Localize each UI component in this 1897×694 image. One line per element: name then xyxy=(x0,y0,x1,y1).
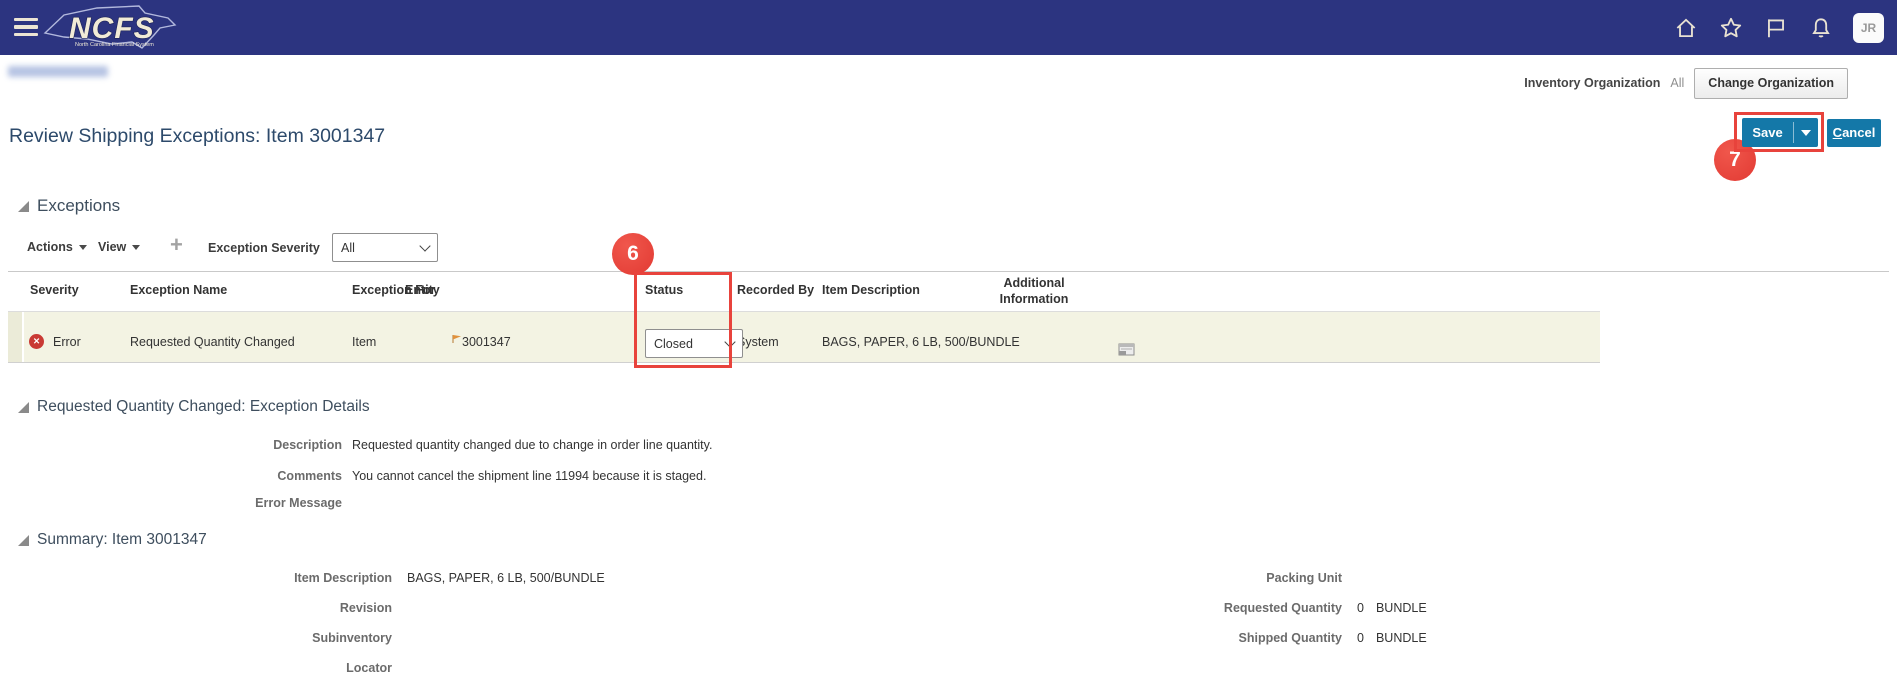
shipped-quantity-value: 0 BUNDLE xyxy=(1357,631,1427,645)
column-header-additional-information[interactable]: Additional Information xyxy=(974,276,1094,307)
subinventory-label: Subinventory xyxy=(200,631,392,645)
requested-quantity-uom: BUNDLE xyxy=(1376,601,1427,615)
view-menu-label: View xyxy=(98,240,126,254)
breadcrumb[interactable] xyxy=(8,66,108,77)
column-header-recorded-by[interactable]: Recorded By xyxy=(737,283,814,297)
status-select[interactable]: Closed xyxy=(645,329,743,358)
collapse-triangle-icon[interactable] xyxy=(18,201,29,212)
favorites-star-icon[interactable] xyxy=(1718,15,1744,41)
actions-menu-button[interactable]: Actions xyxy=(27,240,87,254)
summary-section-header[interactable]: Summary: Item 3001347 xyxy=(18,531,207,549)
column-header-status[interactable]: Status xyxy=(645,283,683,297)
item-description-label: Item Description xyxy=(200,571,392,585)
collapse-triangle-icon[interactable] xyxy=(18,402,29,413)
save-dropdown-arrow[interactable] xyxy=(1794,118,1818,147)
flag-icon xyxy=(452,333,462,347)
description-label: Description xyxy=(160,438,342,452)
ncfs-logo[interactable]: NCFS North Carolina Financial System xyxy=(42,1,182,54)
requested-quantity-value: 0 BUNDLE xyxy=(1357,601,1427,615)
user-avatar[interactable]: JR xyxy=(1853,13,1884,43)
cell-exception-name: Requested Quantity Changed xyxy=(130,335,295,349)
chevron-down-icon xyxy=(419,240,430,251)
exceptions-section-header[interactable]: Exceptions xyxy=(18,196,120,216)
table-top-border xyxy=(8,271,1889,272)
collapse-triangle-icon[interactable] xyxy=(18,535,29,546)
summary-section-title: Summary: Item 3001347 xyxy=(37,531,207,549)
hamburger-menu-icon[interactable] xyxy=(14,18,38,37)
cell-item-description: BAGS, PAPER, 6 LB, 500/BUNDLE xyxy=(822,335,1020,349)
cancel-button[interactable]: Cancel xyxy=(1827,119,1881,147)
add-icon[interactable]: + xyxy=(170,232,183,258)
description-value: Requested quantity changed due to change… xyxy=(352,438,712,452)
packing-unit-label: Packing Unit xyxy=(1150,571,1342,585)
column-header-entity[interactable]: Entity xyxy=(405,283,440,297)
home-icon[interactable] xyxy=(1673,15,1699,41)
cell-severity: Error xyxy=(53,335,81,349)
exception-severity-select[interactable]: All xyxy=(332,233,438,262)
save-button-label[interactable]: Save xyxy=(1742,118,1793,147)
column-header-severity[interactable]: Severity xyxy=(30,283,79,297)
exceptions-section-title: Exceptions xyxy=(37,196,120,216)
requested-quantity-label: Requested Quantity xyxy=(1150,601,1342,615)
notifications-bell-icon[interactable] xyxy=(1808,15,1834,41)
change-organization-button[interactable]: Change Organization xyxy=(1694,68,1848,99)
table-row-border xyxy=(8,362,1600,363)
exception-severity-selected-value: All xyxy=(341,241,355,255)
item-description-value: BAGS, PAPER, 6 LB, 500/BUNDLE xyxy=(407,571,605,585)
cell-entity[interactable]: 3001347 xyxy=(462,335,511,349)
revision-label: Revision xyxy=(200,601,392,615)
comments-label: Comments xyxy=(160,469,342,483)
exception-severity-label: Exception Severity xyxy=(208,241,320,255)
comments-value: You cannot cancel the shipment line 1199… xyxy=(352,469,706,483)
shipped-quantity-uom: BUNDLE xyxy=(1376,631,1427,645)
shipped-quantity-label: Shipped Quantity xyxy=(1150,631,1342,645)
row-selector-gutter[interactable] xyxy=(8,312,22,362)
page-title: Review Shipping Exceptions: Item 3001347 xyxy=(9,125,385,148)
actions-menu-label: Actions xyxy=(27,240,73,254)
chevron-down-icon xyxy=(1801,130,1811,136)
inventory-organization-label: Inventory Organization xyxy=(1524,76,1660,90)
view-menu-button[interactable]: View xyxy=(98,240,140,254)
chevron-down-icon xyxy=(79,245,87,250)
chevron-down-icon xyxy=(132,245,140,250)
logo-text: NCFS xyxy=(69,12,155,45)
requested-quantity-number: 0 xyxy=(1357,601,1364,615)
error-icon xyxy=(29,334,44,349)
watchlist-flag-icon[interactable] xyxy=(1763,15,1789,41)
cell-recorded-by: System xyxy=(737,335,779,349)
annotation-callout-6: 6 xyxy=(612,233,654,275)
cell-exception-for: Item xyxy=(352,335,376,349)
error-message-label: Error Message xyxy=(160,496,342,510)
additional-information-icon[interactable] xyxy=(1118,342,1135,360)
top-navigation-bar: NCFS North Carolina Financial System xyxy=(0,0,1897,55)
column-header-exception-name[interactable]: Exception Name xyxy=(130,283,227,297)
inventory-organization-value: All xyxy=(1670,76,1684,90)
chevron-down-icon xyxy=(724,336,735,347)
exception-details-section-header[interactable]: Requested Quantity Changed: Exception De… xyxy=(18,398,370,416)
exception-details-section-title: Requested Quantity Changed: Exception De… xyxy=(37,398,370,416)
save-button[interactable]: Save xyxy=(1742,118,1818,147)
locator-label: Locator xyxy=(200,661,392,675)
column-header-item-description[interactable]: Item Description xyxy=(822,283,920,297)
status-selected-value: Closed xyxy=(654,337,693,351)
shipped-quantity-number: 0 xyxy=(1357,631,1364,645)
logo-subtitle: North Carolina Financial System xyxy=(75,42,154,48)
